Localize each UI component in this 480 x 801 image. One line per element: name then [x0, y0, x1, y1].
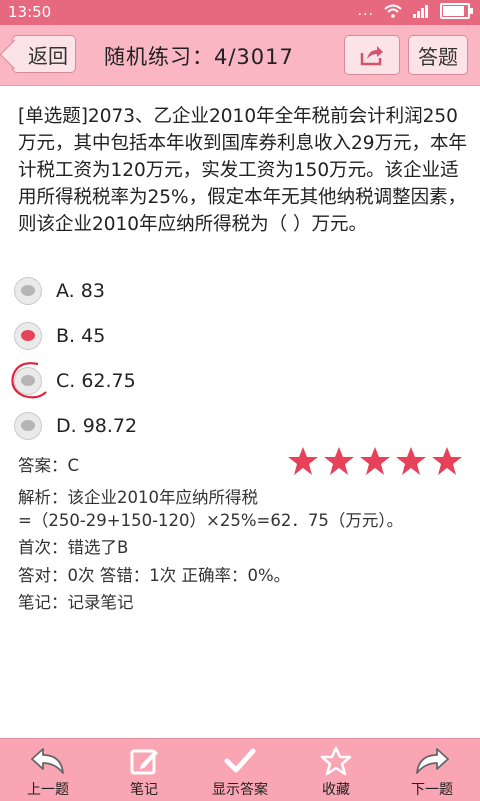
analysis-line-2: =（250-29+150-120）×25%=62．75（万元）。 [18, 511, 404, 530]
star-icon [288, 447, 318, 475]
prev-question-button[interactable]: 上一题 [0, 739, 96, 801]
status-dots: ... [357, 3, 374, 19]
next-question-button[interactable]: 下一题 [384, 739, 480, 801]
favorite-label: 收藏 [322, 782, 350, 798]
header: 返回 随机练习：4/3017 答题 [0, 25, 480, 86]
status-icons: ... [357, 3, 473, 19]
check-icon [224, 748, 256, 773]
edit-icon [130, 749, 158, 775]
option-a[interactable]: A. 83 [10, 268, 470, 313]
share-button[interactable] [344, 35, 400, 75]
stats-text: 答对：0次 答错：1次 正确率：0%。 [18, 566, 291, 585]
star-icon [324, 447, 354, 475]
radio-icon[interactable] [14, 366, 42, 395]
options-list: A. 83 B. 45 C. 62.75 D. 98.72 [10, 268, 470, 448]
note-button[interactable]: 笔记 [96, 739, 192, 801]
page-title: 随机练习：4/3017 [104, 45, 294, 69]
back-button-label: 返回 [28, 43, 68, 68]
question-text: [单选题]2073、乙企业2010年全年税前会计利润250万元，其中包括本年收到… [18, 106, 468, 235]
back-button[interactable]: 返回 [12, 35, 76, 73]
next-question-label: 下一题 [411, 782, 453, 798]
first-attempt-text: 首次：错选了B [18, 538, 129, 557]
signal-icon [413, 5, 428, 18]
show-answer-button[interactable]: 显示答案 [192, 739, 288, 801]
option-b[interactable]: B. 45 [10, 313, 470, 358]
prev-arrow-icon [31, 748, 64, 774]
option-d[interactable]: D. 98.72 [10, 403, 470, 448]
option-label: D. 98.72 [56, 414, 138, 437]
prev-question-label: 上一题 [27, 782, 69, 798]
favorite-button[interactable]: 收藏 [288, 739, 384, 801]
bottom-toolbar: 上一题 笔记 显示答案 收藏 下一题 [0, 738, 480, 801]
analysis-line-1: 解析：该企业2010年应纳所得税 [18, 488, 258, 507]
star-icon [396, 447, 426, 475]
star-icon [432, 447, 462, 475]
option-label: B. 45 [56, 324, 106, 347]
option-c[interactable]: C. 62.75 [10, 358, 470, 403]
wifi-icon [384, 4, 402, 18]
radio-icon[interactable] [14, 411, 42, 440]
radio-selected-icon[interactable] [14, 321, 42, 350]
answer-text: 答案：C [18, 456, 80, 475]
option-label: A. 83 [56, 279, 105, 302]
share-icon [360, 46, 383, 66]
answer-mode-label: 答题 [418, 44, 458, 69]
star-outline-icon [320, 746, 352, 776]
note-label: 笔记 [130, 782, 158, 798]
option-label: C. 62.75 [56, 369, 136, 392]
answer-mode-button[interactable]: 答题 [408, 35, 468, 75]
radio-icon[interactable] [14, 276, 42, 305]
difficulty-stars [287, 446, 463, 476]
star-icon [360, 447, 390, 475]
notes-link[interactable]: 笔记：记录笔记 [18, 589, 134, 613]
show-answer-label: 显示答案 [212, 782, 268, 798]
battery-icon [440, 3, 473, 19]
next-arrow-icon [416, 748, 449, 774]
status-bar: 13:50 ... [0, 0, 480, 25]
status-time: 13:50 [8, 3, 52, 21]
